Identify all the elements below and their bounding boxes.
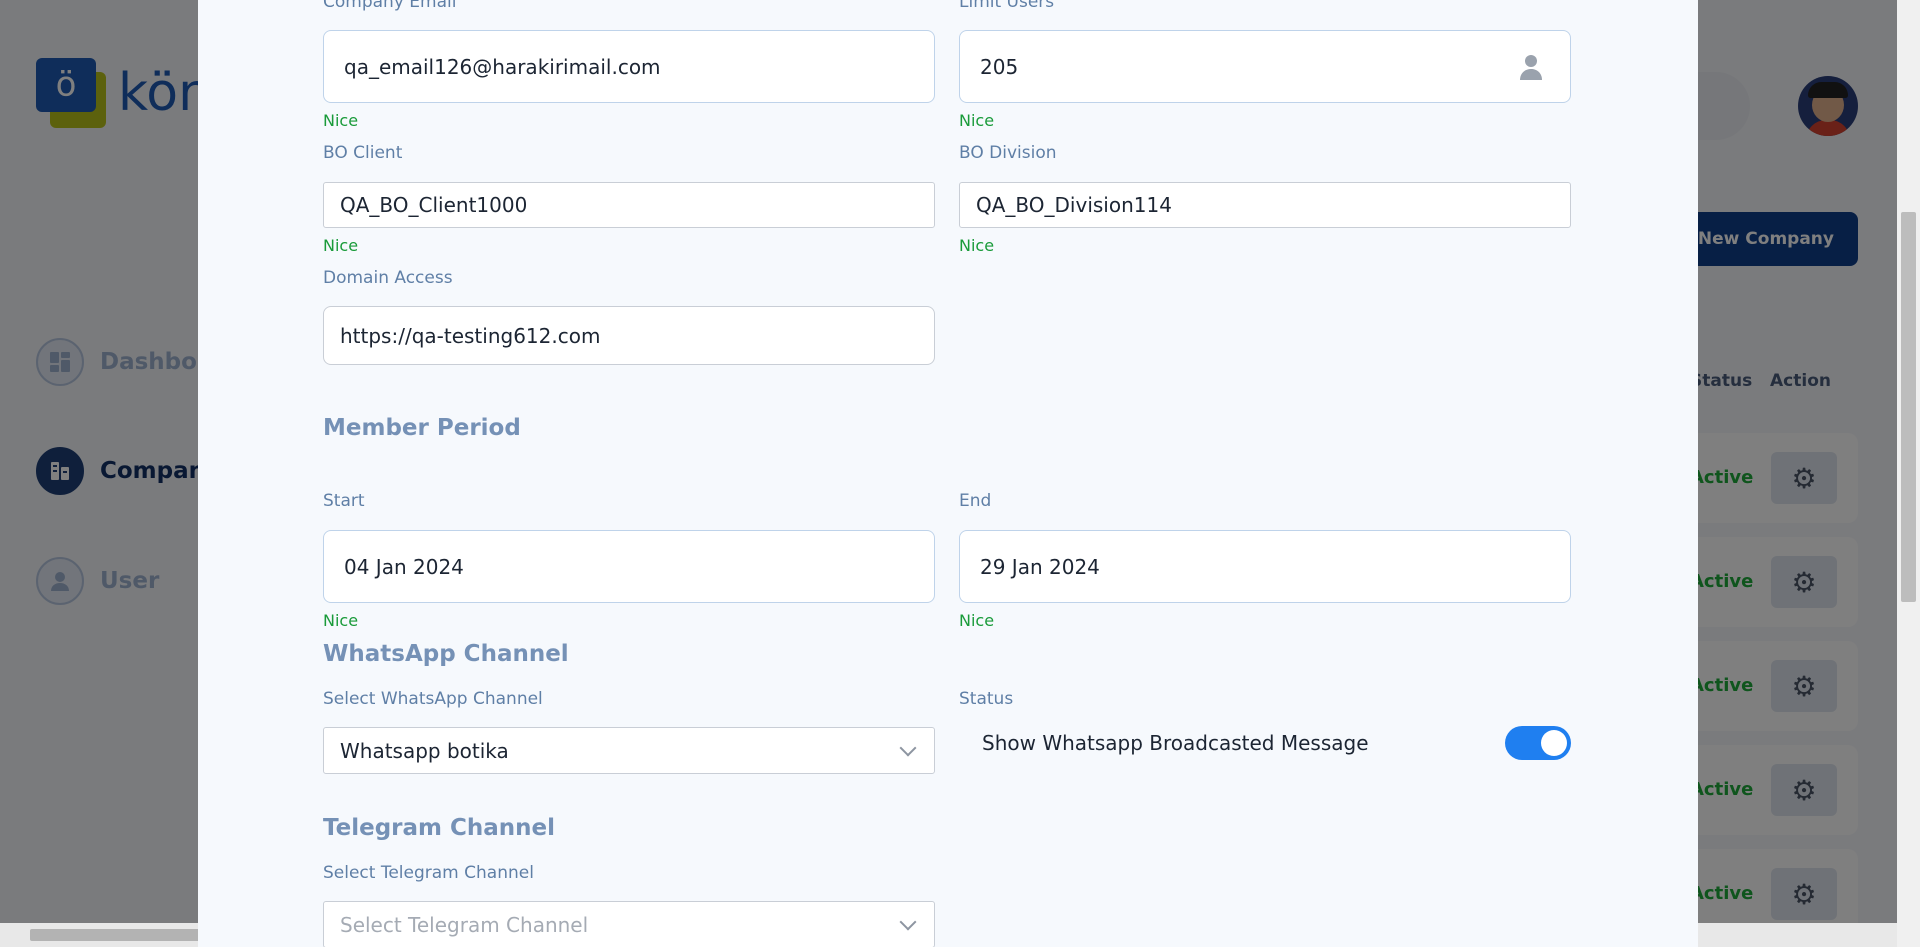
end-date-value: 29 Jan 2024 (980, 554, 1100, 579)
start-date-validation: Nice (323, 611, 359, 630)
limit-users-value: 205 (980, 54, 1019, 79)
company-email-value: qa_email126@harakirimail.com (344, 54, 661, 79)
scrollbar-thumb[interactable] (30, 929, 200, 941)
end-date-field[interactable]: 29 Jan 2024 (959, 530, 1571, 603)
bo-division-validation: Nice (959, 236, 995, 255)
start-label: Start (323, 491, 365, 511)
select-telegram-label: Select Telegram Channel (323, 863, 534, 883)
domain-access-field[interactable]: https://qa-testing612.com (323, 306, 935, 365)
bo-client-value: QA_BO_Client1000 (340, 193, 528, 217)
end-date-validation: Nice (959, 611, 995, 630)
whatsapp-channel-select[interactable]: Whatsapp botika (323, 727, 935, 774)
whatsapp-channel-title: WhatsApp Channel (323, 641, 569, 667)
member-period-title: Member Period (323, 415, 521, 441)
edit-company-modal: Company Email qa_email126@harakirimail.c… (198, 0, 1698, 947)
whatsapp-broadcast-toggle[interactable] (1505, 726, 1571, 760)
scrollbar-thumb[interactable] (1901, 212, 1916, 602)
person-icon (1520, 54, 1542, 80)
limit-users-label: Limit Users (959, 0, 1055, 12)
company-email-label: Company Email (323, 0, 457, 12)
bo-client-validation: Nice (323, 236, 359, 255)
whatsapp-broadcast-toggle-label: Show Whatsapp Broadcasted Message (982, 731, 1369, 755)
toggle-knob (1541, 730, 1567, 756)
limit-users-validation: Nice (959, 111, 995, 130)
chevron-down-icon (899, 739, 917, 756)
domain-access-value: https://qa-testing612.com (340, 323, 601, 348)
whatsapp-channel-value: Whatsapp botika (340, 738, 509, 763)
bo-client-field[interactable]: QA_BO_Client1000 (323, 182, 935, 228)
telegram-channel-select[interactable]: Select Telegram Channel (323, 901, 935, 947)
company-email-field[interactable]: qa_email126@harakirimail.com (323, 30, 935, 103)
select-whatsapp-label: Select WhatsApp Channel (323, 689, 543, 709)
telegram-channel-title: Telegram Channel (323, 815, 556, 841)
domain-access-label: Domain Access (323, 268, 453, 288)
bo-division-value: QA_BO_Division114 (976, 193, 1172, 217)
limit-users-field[interactable]: 205 (959, 30, 1571, 103)
end-label: End (959, 491, 992, 511)
bo-client-label: BO Client (323, 143, 403, 163)
start-date-value: 04 Jan 2024 (344, 554, 464, 579)
vertical-scrollbar[interactable] (1897, 0, 1920, 947)
company-email-validation: Nice (323, 111, 359, 130)
bo-division-field[interactable]: QA_BO_Division114 (959, 182, 1571, 228)
telegram-channel-placeholder: Select Telegram Channel (340, 912, 589, 937)
start-date-field[interactable]: 04 Jan 2024 (323, 530, 935, 603)
status-label: Status (959, 689, 1014, 709)
chevron-down-icon (899, 913, 917, 930)
bo-division-label: BO Division (959, 143, 1057, 163)
